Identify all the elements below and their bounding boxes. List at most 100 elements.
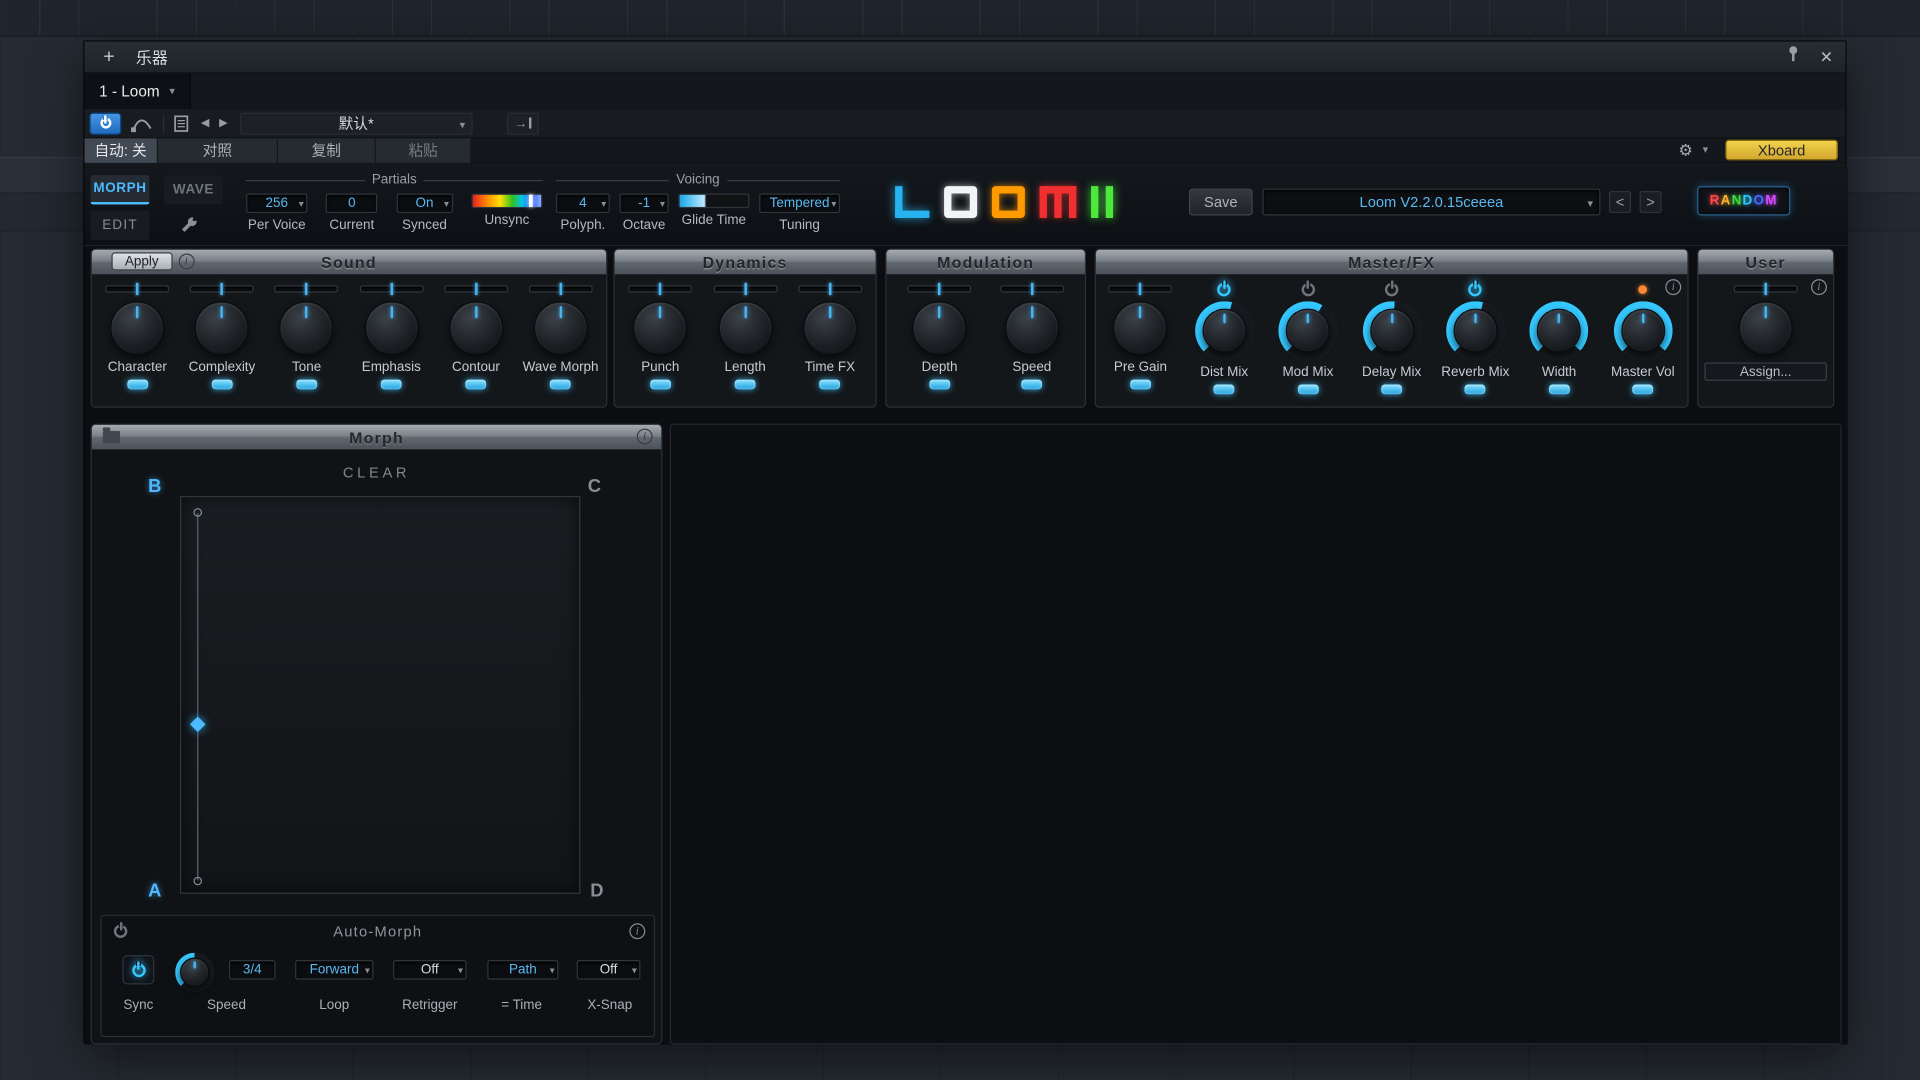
automation-led[interactable] bbox=[127, 380, 148, 390]
tab-wave[interactable]: WAVE bbox=[164, 175, 223, 204]
reverb-mix-knob[interactable] bbox=[1446, 301, 1505, 360]
tone-knob[interactable] bbox=[280, 301, 334, 355]
transform-curve-icon[interactable] bbox=[131, 114, 153, 131]
mod-range-slider[interactable] bbox=[105, 285, 169, 292]
automation-led[interactable] bbox=[1298, 384, 1319, 394]
pre-gain-knob[interactable] bbox=[1114, 301, 1168, 355]
mod-range-slider[interactable] bbox=[1000, 285, 1064, 292]
mod-range-slider[interactable] bbox=[275, 285, 339, 292]
morph-corner-d[interactable]: D bbox=[590, 880, 603, 901]
glide-time-slider[interactable] bbox=[678, 193, 749, 208]
punch-knob[interactable] bbox=[633, 301, 687, 355]
polyphony-dropdown[interactable]: 4 ▾ bbox=[556, 193, 610, 213]
daw-preset-dropdown[interactable]: 默认* ▾ bbox=[240, 112, 473, 134]
user-knob[interactable] bbox=[1739, 301, 1793, 355]
character-knob[interactable] bbox=[110, 301, 164, 355]
loop-dropdown[interactable]: Forward ▾ bbox=[295, 960, 373, 980]
prev-preset-button[interactable]: < bbox=[1609, 191, 1631, 213]
morph-position-handle[interactable] bbox=[190, 716, 206, 732]
per-voice-dropdown[interactable]: 256 ▾ bbox=[246, 193, 307, 213]
mod-range-slider[interactable] bbox=[628, 285, 692, 292]
mod-range-slider[interactable] bbox=[444, 285, 508, 292]
morph-xy-pad[interactable] bbox=[180, 496, 580, 894]
add-instrument-button[interactable]: + bbox=[97, 47, 121, 67]
automation-led[interactable] bbox=[1214, 384, 1235, 394]
close-icon[interactable]: ✕ bbox=[1820, 47, 1833, 67]
mod-range-slider[interactable] bbox=[713, 285, 777, 292]
next-preset-icon[interactable]: ▶ bbox=[219, 116, 227, 129]
complexity-knob[interactable] bbox=[195, 301, 249, 355]
path-endpoint-bottom[interactable] bbox=[193, 877, 202, 886]
automation-led[interactable] bbox=[929, 380, 950, 390]
clear-button[interactable]: CLEAR bbox=[92, 464, 661, 481]
info-icon[interactable]: i bbox=[178, 253, 194, 269]
plugin-power-button[interactable] bbox=[89, 112, 121, 134]
mod-range-slider[interactable] bbox=[1109, 285, 1173, 292]
mod-range-slider[interactable] bbox=[798, 285, 862, 292]
retrigger-dropdown[interactable]: Off ▾ bbox=[393, 960, 466, 980]
xboard-button[interactable]: Xboard bbox=[1725, 140, 1838, 161]
tab-edit[interactable]: EDIT bbox=[91, 211, 150, 240]
morph-corner-b[interactable]: B bbox=[148, 476, 161, 497]
folder-icon[interactable] bbox=[103, 431, 120, 443]
mod-range-slider[interactable] bbox=[908, 285, 972, 292]
jump-to-end-icon[interactable]: → bbox=[507, 112, 539, 134]
mod-range-slider[interactable] bbox=[190, 285, 254, 292]
depth-knob[interactable] bbox=[913, 301, 967, 355]
distortion-power-button[interactable] bbox=[1217, 282, 1230, 295]
pin-icon[interactable] bbox=[1787, 45, 1800, 68]
time-fx-knob[interactable] bbox=[803, 301, 857, 355]
plugin-preset-dropdown[interactable]: Loom V2.2.0.15ceeea ▾ bbox=[1262, 189, 1600, 216]
info-icon[interactable]: i bbox=[637, 429, 653, 445]
automation-toggle-button[interactable]: 自动: 关 bbox=[84, 138, 157, 162]
mod-range-slider[interactable] bbox=[1734, 285, 1798, 292]
mod-mix-knob[interactable] bbox=[1279, 301, 1338, 360]
octave-dropdown[interactable]: -1 ▾ bbox=[620, 193, 669, 213]
info-icon[interactable]: i bbox=[1811, 279, 1827, 295]
info-icon[interactable]: i bbox=[1665, 279, 1681, 295]
save-button[interactable]: Save bbox=[1189, 189, 1253, 216]
mod-range-slider[interactable] bbox=[529, 285, 593, 292]
morph-corner-a[interactable]: A bbox=[148, 880, 161, 901]
path-endpoint-top[interactable] bbox=[193, 508, 202, 517]
mod-speed-knob[interactable] bbox=[1005, 301, 1059, 355]
automation-led[interactable] bbox=[1021, 380, 1042, 390]
copy-button[interactable]: 复制 bbox=[278, 138, 376, 162]
length-knob[interactable] bbox=[718, 301, 772, 355]
random-button[interactable]: R A N D O M bbox=[1697, 186, 1790, 215]
automation-led[interactable] bbox=[381, 380, 402, 390]
unsync-slider[interactable] bbox=[471, 193, 542, 208]
automation-led[interactable] bbox=[1465, 384, 1486, 394]
current-field[interactable]: 0 bbox=[326, 193, 377, 213]
auto-morph-speed-knob[interactable] bbox=[175, 953, 214, 992]
previous-preset-icon[interactable]: ◀ bbox=[201, 116, 209, 129]
emphasis-knob[interactable] bbox=[364, 301, 418, 355]
automation-led[interactable] bbox=[466, 380, 487, 390]
mod-range-slider[interactable] bbox=[359, 285, 423, 292]
paste-button[interactable]: 粘贴 bbox=[376, 138, 472, 162]
x-snap-dropdown[interactable]: Off ▾ bbox=[577, 960, 641, 980]
apply-button[interactable]: Apply bbox=[111, 252, 172, 270]
morph-corner-c[interactable]: C bbox=[588, 476, 601, 497]
delay-power-button[interactable] bbox=[1385, 282, 1398, 295]
automation-led[interactable] bbox=[650, 380, 671, 390]
instrument-tab[interactable]: 1 - Loom ▾ bbox=[84, 73, 190, 109]
auto-morph-sync-power-button[interactable] bbox=[122, 955, 154, 984]
chevron-down-icon[interactable]: ▾ bbox=[1703, 144, 1709, 155]
width-knob[interactable] bbox=[1530, 301, 1589, 360]
reverb-power-button[interactable] bbox=[1469, 282, 1482, 295]
wave-morph-knob[interactable] bbox=[534, 301, 588, 355]
assign-button[interactable]: Assign... bbox=[1704, 362, 1826, 380]
automation-led[interactable] bbox=[1632, 384, 1653, 394]
gear-icon[interactable]: ⚙ bbox=[1679, 140, 1693, 160]
automation-led[interactable] bbox=[735, 380, 756, 390]
mod-fx-power-button[interactable] bbox=[1301, 282, 1314, 295]
compare-button[interactable]: 对照 bbox=[158, 138, 278, 162]
automation-led[interactable] bbox=[550, 380, 571, 390]
time-mode-dropdown[interactable]: Path ▾ bbox=[487, 960, 558, 980]
contour-knob[interactable] bbox=[449, 301, 503, 355]
automation-led[interactable] bbox=[1549, 384, 1570, 394]
sync-rate-field[interactable]: 3/4 bbox=[229, 960, 276, 980]
info-icon[interactable]: i bbox=[629, 923, 645, 939]
preset-file-icon[interactable] bbox=[174, 114, 189, 131]
